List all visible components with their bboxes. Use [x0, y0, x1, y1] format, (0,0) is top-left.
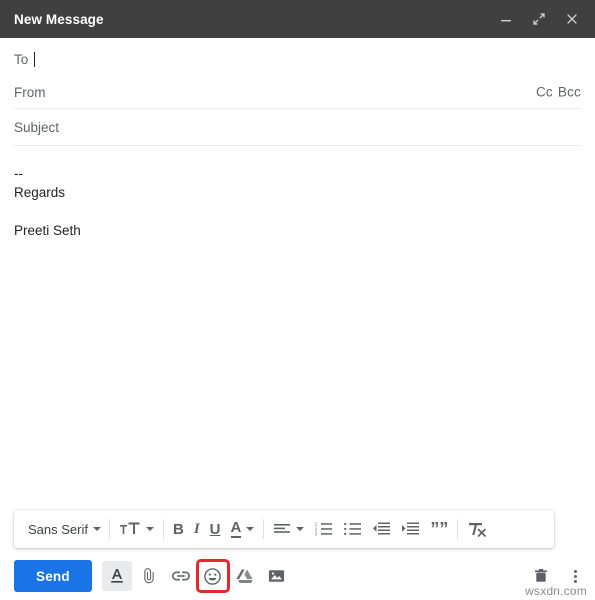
from-label: From — [14, 84, 46, 100]
compose-right-actions — [526, 561, 583, 591]
text-cursor — [34, 51, 36, 67]
align-left-icon — [274, 524, 291, 533]
font-family-dropdown[interactable]: Sans Serif — [20, 514, 105, 544]
bold-button[interactable]: B — [168, 514, 189, 544]
indent-more-button[interactable] — [396, 514, 425, 544]
toolbar-separator-3 — [263, 519, 265, 539]
format-toolbar-wrapper: Sans Serif B I U A 1 2 3 ”” — [0, 506, 595, 552]
chevron-down-icon — [246, 527, 255, 531]
compose-header: New Message — [0, 0, 595, 38]
font-size-icon — [119, 522, 140, 534]
chevron-down-icon — [92, 527, 101, 531]
format-text-icon — [111, 569, 123, 583]
window-controls — [497, 10, 581, 28]
discard-draft-button[interactable] — [526, 561, 556, 591]
quote-button[interactable]: ”” — [425, 514, 453, 544]
numbered-list-icon: 1 2 3 — [315, 521, 333, 536]
emoji-icon — [204, 567, 222, 585]
signature-dashes: -- — [14, 166, 23, 181]
align-button[interactable] — [268, 514, 309, 544]
subject-field-row[interactable]: Subject — [14, 109, 581, 145]
photo-icon — [269, 570, 285, 582]
message-body[interactable]: -- Regards Preeti Seth — [0, 146, 595, 506]
quote-icon: ”” — [430, 519, 449, 539]
font-size-button[interactable] — [114, 514, 159, 544]
italic-icon: I — [193, 520, 200, 537]
italic-button[interactable]: I — [189, 514, 205, 544]
remove-formatting-icon — [469, 522, 487, 537]
more-vertical-icon — [574, 579, 577, 583]
remove-formatting-button[interactable] — [462, 514, 492, 544]
expand-icon — [533, 13, 545, 25]
bulleted-list-button[interactable] — [338, 514, 367, 544]
cc-button[interactable]: Cc — [536, 85, 553, 100]
text-color-button[interactable]: A — [226, 514, 260, 544]
close-icon — [567, 14, 577, 24]
numbered-list-button[interactable]: 1 2 3 — [309, 514, 338, 544]
bulleted-list-icon — [344, 522, 362, 536]
underline-button[interactable]: U — [205, 514, 226, 544]
insert-drive-button[interactable] — [230, 561, 260, 591]
signature-closing: Regards — [14, 185, 66, 200]
minimize-button[interactable] — [497, 10, 515, 28]
bcc-button[interactable]: Bcc — [558, 85, 581, 100]
toolbar-separator-2 — [162, 519, 164, 539]
indent-increase-icon — [402, 522, 420, 535]
underline-icon: U — [209, 520, 221, 538]
paperclip-icon — [144, 568, 154, 584]
insert-photo-button[interactable] — [262, 561, 292, 591]
link-icon — [171, 571, 190, 581]
insert-link-button[interactable] — [166, 561, 196, 591]
indent-decrease-icon — [373, 522, 391, 535]
cc-bcc-group: Cc Bcc — [536, 85, 581, 100]
subject-label: Subject — [14, 119, 60, 135]
chevron-down-icon — [145, 527, 154, 531]
compose-action-bar: Send wsxdn.com — [0, 552, 595, 600]
format-toolbar: Sans Serif B I U A 1 2 3 ”” — [14, 510, 554, 548]
page-title: New Message — [14, 11, 104, 27]
bold-icon: B — [172, 520, 184, 538]
more-options-button[interactable] — [568, 566, 583, 587]
svg-text:3: 3 — [315, 531, 318, 536]
indent-less-button[interactable] — [367, 514, 396, 544]
attach-file-button[interactable] — [134, 561, 164, 591]
expand-button[interactable] — [530, 10, 548, 28]
minimize-icon — [501, 20, 511, 22]
to-field-row[interactable]: To — [14, 38, 581, 76]
recipient-fields: To From Cc Bcc Subject — [0, 38, 595, 146]
compose-window: New Message To From Cc Bcc Subject -- Re… — [0, 0, 595, 600]
signature-blank-line — [14, 202, 581, 221]
more-vertical-icon — [574, 569, 577, 573]
font-family-label: Sans Serif — [28, 521, 88, 537]
more-vertical-icon — [574, 574, 577, 578]
send-button[interactable]: Send — [14, 560, 92, 592]
google-drive-icon — [236, 569, 253, 583]
chevron-down-icon — [296, 527, 305, 531]
formatting-options-button[interactable] — [101, 561, 132, 591]
insert-actions — [101, 559, 292, 593]
trash-icon — [535, 569, 547, 582]
to-label: To — [14, 51, 29, 67]
text-color-icon: A — [230, 519, 242, 538]
signature-name: Preeti Seth — [14, 223, 81, 238]
toolbar-separator-1 — [108, 519, 110, 539]
toolbar-separator-4 — [457, 519, 459, 539]
insert-emoji-button[interactable] — [195, 559, 230, 593]
from-field-row[interactable]: From Cc Bcc — [14, 76, 581, 108]
close-button[interactable] — [563, 10, 581, 28]
